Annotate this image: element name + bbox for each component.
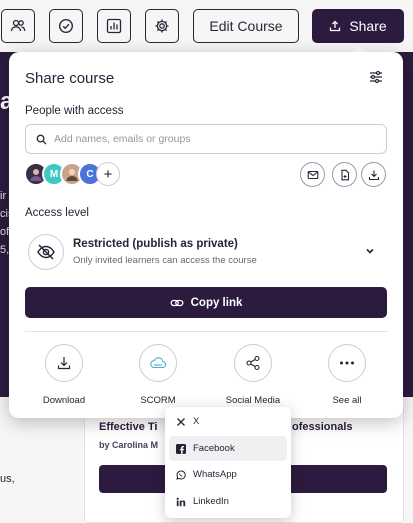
access-level-title: Restricted (publish as private) <box>73 238 238 250</box>
search-input[interactable] <box>54 133 354 145</box>
access-level-select[interactable]: Restricted (publish as private) Only inv… <box>25 232 387 272</box>
menu-item-x[interactable]: X <box>169 409 287 434</box>
users-icon <box>10 19 26 32</box>
download-option-circle[interactable] <box>45 344 83 382</box>
scorm-option[interactable]: SCORM <box>118 344 198 406</box>
file-invite-button[interactable] <box>332 162 357 187</box>
person-photo-icon <box>66 169 78 181</box>
bar-chart-icon <box>106 18 122 34</box>
scorm-option-label: SCORM <box>140 395 176 406</box>
download-icon <box>57 357 71 370</box>
top-toolbar: Edit Course Share <box>0 0 413 52</box>
email-invite-button[interactable] <box>300 162 325 187</box>
see-all-option-circle[interactable] <box>328 344 366 382</box>
panel-title: Share course <box>25 70 115 87</box>
side-text-fragment: us, <box>0 473 15 485</box>
sliders-icon <box>370 70 382 84</box>
panel-settings-button[interactable] <box>369 70 383 89</box>
whatsapp-icon <box>176 469 186 480</box>
menu-item-label: LinkedIn <box>193 496 229 507</box>
linkedin-icon <box>176 497 186 506</box>
share-course-panel: Share course People with access M C + <box>9 52 403 418</box>
hero-text-fragment: of <box>0 226 10 238</box>
access-level-label: Access level <box>25 207 89 219</box>
hero-text-fragment: ir <box>0 190 7 202</box>
analytics-button[interactable] <box>97 9 131 43</box>
download-option[interactable]: Download <box>24 344 104 406</box>
search-icon <box>36 134 47 145</box>
menu-item-linkedin[interactable]: LinkedIn <box>169 489 287 514</box>
copy-link-button[interactable]: Copy link <box>25 287 387 318</box>
scorm-option-circle[interactable] <box>139 344 177 382</box>
users-button[interactable] <box>1 9 35 43</box>
file-icon <box>340 169 349 180</box>
share-button[interactable]: Share <box>312 9 404 43</box>
add-person-button[interactable]: + <box>96 162 120 186</box>
menu-item-label: WhatsApp <box>193 469 237 480</box>
menu-item-whatsapp[interactable]: WhatsApp <box>169 462 287 487</box>
divider <box>25 331 387 332</box>
people-search-field[interactable] <box>25 124 387 154</box>
download-list-button[interactable] <box>361 162 386 187</box>
download-option-label: Download <box>42 395 86 406</box>
check-button[interactable] <box>49 9 83 43</box>
course-card-title: Effective Ti <box>99 421 158 433</box>
social-media-option-circle[interactable] <box>234 344 272 382</box>
copy-link-label: Copy link <box>190 296 243 309</box>
download-icon <box>368 170 379 180</box>
facebook-icon <box>176 443 186 454</box>
x-logo-icon <box>177 417 185 426</box>
settings-button[interactable] <box>145 9 179 43</box>
person-photo-icon <box>30 169 42 181</box>
share-label: Share <box>349 18 387 34</box>
hero-text-fragment: 5, <box>0 244 10 256</box>
people-with-access-label: People with access <box>25 105 124 117</box>
plus-icon: + <box>103 165 113 183</box>
see-all-option[interactable]: See all <box>307 344 387 406</box>
course-card-title-end: ofessionals <box>292 421 353 433</box>
gear-icon <box>155 19 169 33</box>
see-all-option-label: See all <box>332 395 362 406</box>
chevron-down-icon <box>364 244 376 262</box>
mail-icon <box>307 170 318 179</box>
avatar-initial: C <box>86 168 94 180</box>
social-media-option-label: Social Media <box>225 395 281 406</box>
link-icon <box>170 299 184 306</box>
access-icon-container <box>28 234 64 270</box>
social-media-menu: X Facebook WhatsApp LinkedIn <box>165 407 291 518</box>
edit-course-label: Edit Course <box>209 18 283 34</box>
menu-item-label: Facebook <box>193 443 235 454</box>
social-media-option[interactable]: Social Media <box>213 344 293 406</box>
share-nodes-icon <box>246 355 260 371</box>
access-level-description: Only invited learners can access the cou… <box>73 255 257 266</box>
avatar-initial: M <box>49 168 59 180</box>
more-dots-icon <box>340 361 354 365</box>
cloud-icon <box>150 357 167 369</box>
menu-item-label: X <box>193 416 200 427</box>
menu-item-facebook[interactable]: Facebook <box>169 436 287 461</box>
eye-off-icon <box>37 244 55 260</box>
course-card-author: by Carolina M <box>99 440 159 450</box>
edit-course-button[interactable]: Edit Course <box>193 9 299 43</box>
check-circle-icon <box>58 18 74 34</box>
upload-share-icon <box>330 20 341 32</box>
